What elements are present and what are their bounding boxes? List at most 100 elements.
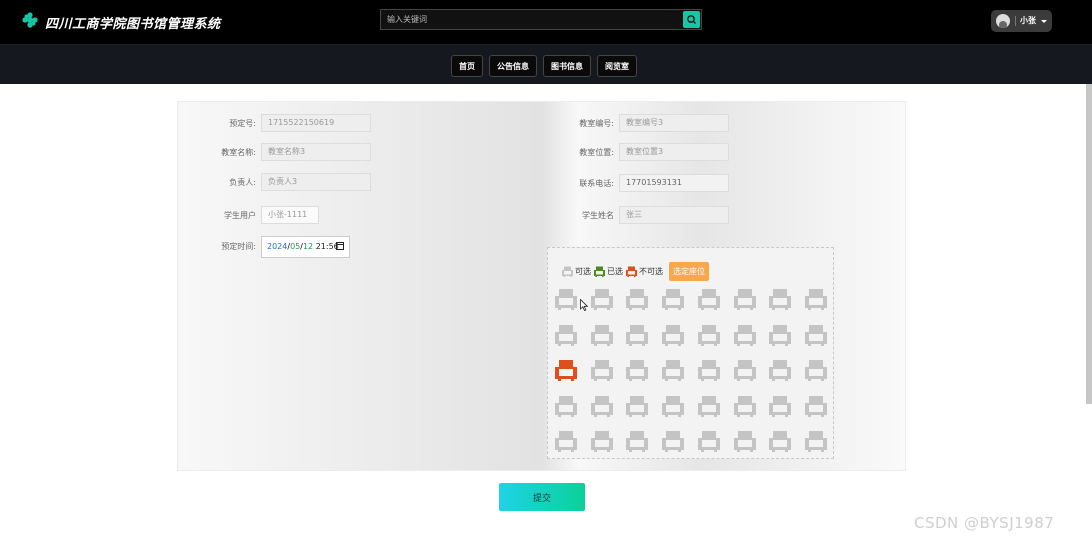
reservation-no-label-wrap: 预定号: xyxy=(180,114,256,133)
seat-available[interactable] xyxy=(804,395,828,417)
seat-available[interactable] xyxy=(590,324,614,346)
search-box xyxy=(380,9,702,30)
student-name-label-wrap: 学生姓名 xyxy=(540,206,614,225)
seat-selection-area: 可选 已选 不可选 选定座位 xyxy=(547,247,834,459)
armchair-icon xyxy=(662,289,685,310)
room-name-label: 教室名称: xyxy=(221,148,256,157)
seat-available[interactable] xyxy=(554,430,578,452)
seat-available[interactable] xyxy=(625,288,649,310)
reserve-time-input[interactable]: 2024/05/12 21:56 xyxy=(261,236,350,258)
seat-available[interactable] xyxy=(590,430,614,452)
room-location-label: 教室位置: xyxy=(579,148,614,157)
seat-available[interactable] xyxy=(661,395,685,417)
armchair-icon xyxy=(590,431,613,452)
armchair-icon xyxy=(590,395,613,417)
mouse-cursor-icon xyxy=(580,299,588,311)
seat-available[interactable] xyxy=(590,395,614,417)
seat-available[interactable] xyxy=(733,324,757,346)
seat-available[interactable] xyxy=(733,288,757,310)
seat-available[interactable] xyxy=(733,430,757,452)
seat-available[interactable] xyxy=(697,430,721,452)
armchair-icon xyxy=(804,289,827,310)
seat-available[interactable] xyxy=(554,395,578,417)
armchair-icon xyxy=(769,395,792,417)
seat-available[interactable] xyxy=(697,359,721,381)
seat-available[interactable] xyxy=(661,430,685,452)
watermark: CSDN @BYSJ1987 xyxy=(914,514,1055,532)
nav-books[interactable]: 图书信息 xyxy=(543,55,591,77)
armchair-icon xyxy=(626,324,649,346)
armchair-icon xyxy=(733,324,756,346)
armchair-icon xyxy=(804,431,827,452)
armchair-icon xyxy=(733,360,756,381)
seat-available[interactable] xyxy=(768,430,792,452)
seat-available[interactable] xyxy=(804,430,828,452)
nav-reading-room[interactable]: 阅览室 xyxy=(597,55,637,77)
armchair-icon xyxy=(662,324,685,346)
reservation-no-field: 1715522150619 xyxy=(261,114,371,132)
seat-available[interactable] xyxy=(733,395,757,417)
armchair-icon xyxy=(590,360,613,381)
user-menu-button[interactable]: 小张 xyxy=(991,10,1052,32)
select-seat-button[interactable]: 选定座位 xyxy=(669,261,709,281)
seat-available[interactable] xyxy=(768,324,792,346)
date-day: 12 xyxy=(302,242,314,251)
phone-label: 联系电话: xyxy=(579,179,614,188)
legend-selected: 已选 xyxy=(593,266,623,277)
phone-field: 17701593131 xyxy=(619,174,729,192)
room-name-field: 教室名称3 xyxy=(261,143,371,161)
armchair-icon xyxy=(804,395,827,417)
seat-available[interactable] xyxy=(661,324,685,346)
manager-field: 负责人3 xyxy=(261,173,371,191)
seat-available[interactable] xyxy=(661,359,685,381)
date-month: 05 xyxy=(290,242,301,251)
seat-available[interactable] xyxy=(697,324,721,346)
seat-available[interactable] xyxy=(625,430,649,452)
seat-available[interactable] xyxy=(697,395,721,417)
armchair-icon xyxy=(555,395,577,417)
scrollbar[interactable] xyxy=(1086,84,1092,404)
seat-unavailable xyxy=(554,359,578,381)
armchair-icon xyxy=(662,431,685,452)
armchair-icon xyxy=(590,324,613,346)
armchair-icon xyxy=(626,360,649,381)
student-user-label: 学生用户 xyxy=(224,211,256,220)
nav-home[interactable]: 首页 xyxy=(451,55,483,77)
room-location-field: 教室位置3 xyxy=(619,143,729,161)
seat-available[interactable] xyxy=(625,324,649,346)
student-name-field: 张三 xyxy=(619,206,729,224)
seat-available[interactable] xyxy=(590,288,614,310)
seat-available[interactable] xyxy=(804,288,828,310)
submit-button[interactable]: 提交 xyxy=(499,483,585,511)
seat-available[interactable] xyxy=(697,288,721,310)
armchair-icon xyxy=(697,431,720,452)
seat-available[interactable] xyxy=(768,359,792,381)
search-input[interactable] xyxy=(381,10,693,29)
armchair-icon xyxy=(626,395,649,417)
seat-available[interactable] xyxy=(661,288,685,310)
seat-available[interactable] xyxy=(625,395,649,417)
calendar-icon[interactable] xyxy=(336,242,344,250)
armchair-icon xyxy=(555,431,577,452)
nav-announcements[interactable]: 公告信息 xyxy=(489,55,537,77)
armchair-icon xyxy=(769,431,792,452)
seat-available[interactable] xyxy=(804,359,828,381)
seat-available[interactable] xyxy=(768,288,792,310)
phone-label-wrap: 联系电话: xyxy=(540,174,614,193)
seat-available[interactable] xyxy=(554,288,578,310)
student-user-label-wrap: 学生用户 xyxy=(180,206,256,225)
student-user-field: 小张-1111 xyxy=(261,206,319,224)
seat-available[interactable] xyxy=(733,359,757,381)
seat-available[interactable] xyxy=(590,359,614,381)
user-divider xyxy=(1015,16,1016,26)
seat-available[interactable] xyxy=(554,324,578,346)
seat-available[interactable] xyxy=(768,395,792,417)
seat-available[interactable] xyxy=(804,324,828,346)
search-button[interactable] xyxy=(683,11,700,28)
seat-available[interactable] xyxy=(625,359,649,381)
armchair-icon xyxy=(697,324,720,346)
room-location-label-wrap: 教室位置: xyxy=(540,143,614,162)
armchair-icon xyxy=(697,289,720,310)
armchair-icon xyxy=(733,289,756,310)
reserve-time-label: 预定时间: xyxy=(221,242,256,251)
